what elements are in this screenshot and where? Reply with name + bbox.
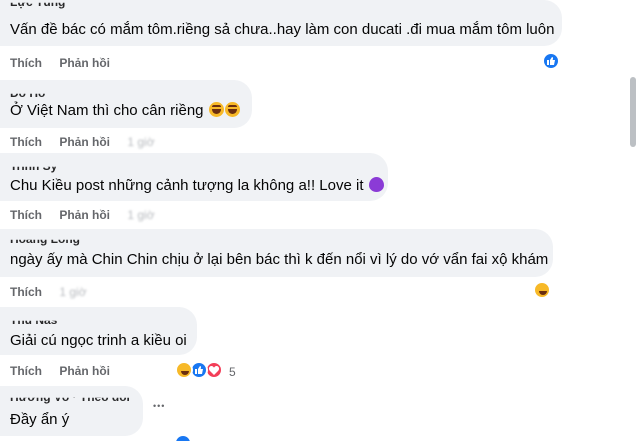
comment-text: Ở Việt Nam thì cho cân riềng — [10, 102, 240, 120]
reaction-count[interactable]: 5 — [229, 365, 236, 379]
comment-actions: Thích 1 giờ — [10, 285, 101, 299]
like-button[interactable]: Thích — [10, 364, 42, 378]
like-icon[interactable] — [542, 52, 560, 70]
comment-text: Đầy ẩn ý — [10, 411, 70, 428]
comment-time[interactable]: 1 giờ — [127, 135, 154, 149]
reply-button[interactable]: Phản hồi — [59, 364, 110, 378]
comment-author[interactable]: Thu Nas — [10, 321, 57, 327]
laugh-emoji — [224, 102, 240, 117]
like-button[interactable]: Thích — [10, 56, 42, 70]
comment-bubble: Đỗ Hồ Ở Việt Nam thì cho cân riềng — [0, 80, 252, 128]
reply-button[interactable]: Phản hồi — [59, 208, 110, 222]
comment-author[interactable]: Hương Võ · Theo dõi — [10, 398, 130, 404]
comment-actions: Thích Phản hồi 1 giờ — [10, 135, 169, 149]
comment-bubble: Lực Tùng Vấn đề bác có mắm tôm.riềng sả … — [0, 0, 562, 46]
comment-author[interactable]: Đỗ Hồ — [10, 94, 45, 100]
comment-time[interactable]: 1 giờ — [59, 285, 86, 299]
comment-author[interactable]: Lực Tùng — [10, 3, 65, 9]
comment-text-content: Chu Kiều post những cảnh tượng la không … — [10, 177, 364, 194]
comment-actions: Thích Phản hồi — [10, 56, 124, 70]
purple-heart-emoji — [368, 177, 384, 192]
haha-icon[interactable] — [533, 281, 551, 299]
comment-actions: Thích Phản hồi 1 giờ — [10, 208, 169, 222]
comment-author[interactable]: Trinh Sỹ — [10, 167, 57, 173]
like-button[interactable]: Thích — [10, 135, 42, 149]
comment-author[interactable]: Hoàng Long — [10, 240, 80, 246]
scrollbar-thumb[interactable] — [630, 77, 636, 147]
reply-button[interactable]: Phản hồi — [59, 135, 110, 149]
like-icon[interactable] — [174, 434, 192, 441]
comment-text: Giải cú ngọc trinh a kiều oi — [10, 332, 187, 349]
like-button[interactable]: Thích — [10, 208, 42, 222]
comment-bubble: Trinh Sỹ Chu Kiều post những cảnh tượng … — [0, 153, 388, 201]
comment-text: Chu Kiều post những cảnh tượng la không … — [10, 177, 384, 195]
comment-text-content: Ở Việt Nam thì cho cân riềng — [10, 102, 204, 119]
comment-bubble: Hoàng Long ngày ấy mà Chin Chin chịu ở l… — [0, 229, 553, 277]
comment-text: Vấn đề bác có mắm tôm.riềng sả chưa..hay… — [10, 21, 555, 38]
comment-actions: Thích Phản hồi — [10, 364, 124, 378]
more-options-icon[interactable]: ••• — [153, 401, 165, 411]
comment-time[interactable]: 1 giờ — [127, 208, 154, 222]
reply-button[interactable]: Phản hồi — [59, 56, 110, 70]
laugh-emoji — [208, 102, 224, 117]
comment-bubble: Hương Võ · Theo dõi Đầy ẩn ý — [0, 386, 143, 436]
scrollbar-track[interactable] — [627, 0, 639, 441]
like-button[interactable]: Thích — [10, 285, 42, 299]
comment-bubble: Thu Nas Giải cú ngọc trinh a kiều oi — [0, 307, 197, 355]
comment-text: ngày ấy mà Chin Chin chịu ở lại bên bác … — [10, 251, 549, 268]
haha-icon[interactable] — [175, 361, 193, 379]
